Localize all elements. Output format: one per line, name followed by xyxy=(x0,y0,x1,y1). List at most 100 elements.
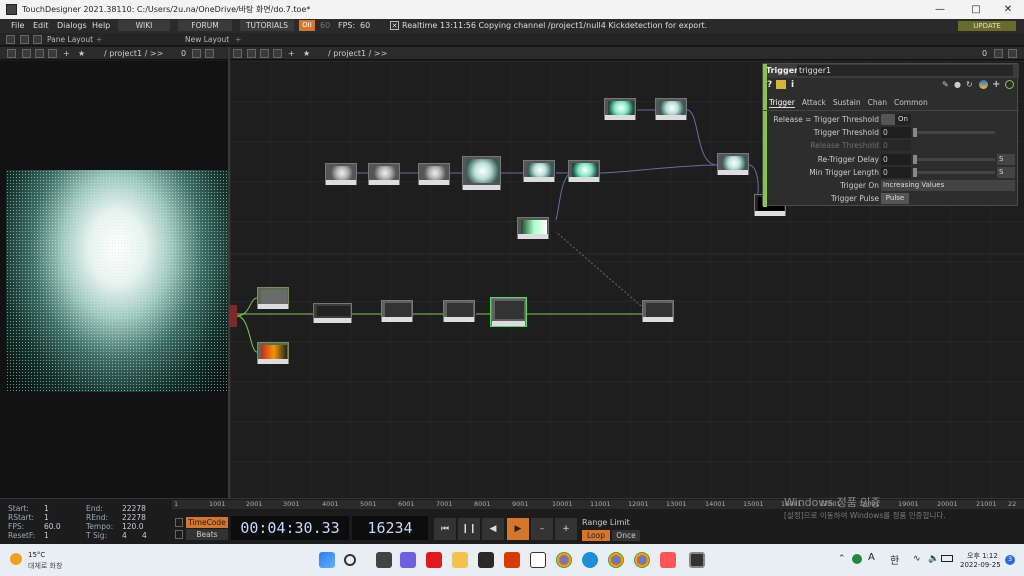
tab-sustain[interactable]: Sustain xyxy=(833,98,861,108)
analyze-chop-node[interactable] xyxy=(257,287,289,309)
tab-attack[interactable]: Attack xyxy=(802,98,826,108)
comment-icon[interactable]: ● xyxy=(954,80,961,89)
refresh-icon[interactable]: ↻ xyxy=(966,80,973,89)
sphere-node-2[interactable] xyxy=(368,163,400,185)
edge-icon[interactable] xyxy=(582,552,598,568)
tab-chan[interactable]: Chan xyxy=(868,98,887,108)
rend-value[interactable]: 22278 xyxy=(122,513,146,522)
tab-trigger[interactable]: Trigger xyxy=(769,98,795,108)
unit-dropdown[interactable]: S xyxy=(997,167,1015,178)
start-icon[interactable] xyxy=(319,552,335,568)
feedback-node[interactable] xyxy=(568,160,600,182)
param-value-field[interactable]: 0 xyxy=(881,167,911,178)
param-slider[interactable] xyxy=(913,158,995,161)
param-op-name[interactable]: trigger1 xyxy=(797,65,1013,76)
param-slider[interactable] xyxy=(913,131,995,134)
audio-in-node[interactable] xyxy=(229,305,237,327)
edit-icon[interactable]: ✎ xyxy=(942,80,949,89)
slider-knob[interactable] xyxy=(913,128,917,137)
netflix-icon[interactable] xyxy=(426,552,442,568)
current-frame-display[interactable]: 16234 xyxy=(352,516,428,540)
battery-icon[interactable] xyxy=(941,555,953,562)
wifi-icon[interactable]: ∿ xyxy=(913,554,921,564)
particle-node[interactable] xyxy=(462,156,501,190)
file-explorer-icon[interactable] xyxy=(452,552,468,568)
out-node[interactable] xyxy=(717,153,749,175)
param-label: Trigger On xyxy=(840,181,879,190)
office-icon[interactable] xyxy=(504,552,520,568)
spectrum-chop-node[interactable] xyxy=(257,342,289,364)
resetf-value[interactable]: 1 xyxy=(44,531,49,540)
fps-value[interactable]: 60.0 xyxy=(44,522,61,531)
comp-node-2[interactable] xyxy=(655,98,687,120)
tsig-value-a[interactable]: 4 xyxy=(122,531,127,540)
task-view-icon[interactable] xyxy=(376,552,392,568)
slider-knob[interactable] xyxy=(913,168,917,177)
tray-app-icon[interactable] xyxy=(852,554,862,564)
unit-dropdown[interactable]: S xyxy=(997,154,1015,165)
timecode-button[interactable]: TimeCode xyxy=(186,517,228,528)
trigger-on-dropdown[interactable]: Increasing Values xyxy=(881,180,1015,191)
tab-common[interactable]: Common xyxy=(894,98,928,108)
start-value[interactable]: 1 xyxy=(44,504,49,513)
teams-chat-icon[interactable] xyxy=(400,552,416,568)
chrome-profile-icon[interactable] xyxy=(608,552,624,568)
toggle-on-value[interactable]: On xyxy=(895,114,911,125)
notification-badge[interactable]: 3 xyxy=(1005,555,1015,565)
ramp-node[interactable] xyxy=(517,217,549,239)
clock-time[interactable]: 오후 1:12 xyxy=(967,551,998,561)
slider-knob[interactable] xyxy=(913,155,917,164)
media-icon[interactable] xyxy=(478,552,494,568)
loop-button[interactable]: Loop xyxy=(582,530,610,541)
null4-node[interactable] xyxy=(642,300,674,322)
speaker-icon[interactable]: 🔈 xyxy=(928,554,939,564)
play-reverse-icon[interactable]: ◀ xyxy=(482,518,504,540)
python-icon[interactable] xyxy=(979,80,988,89)
lock-icon[interactable] xyxy=(776,80,786,89)
step-forward-icon[interactable]: + xyxy=(555,518,577,540)
plus-icon[interactable]: + xyxy=(992,79,1000,90)
step-back-icon[interactable]: – xyxy=(531,518,553,540)
clock-date[interactable]: 2022-09-25 xyxy=(960,561,1001,569)
target-icon[interactable] xyxy=(1005,80,1014,89)
once-button[interactable]: Once xyxy=(612,530,640,541)
rstart-value[interactable]: 1 xyxy=(44,513,49,522)
trigger1-node[interactable] xyxy=(490,297,527,327)
notion-icon[interactable] xyxy=(530,552,546,568)
lag-chop-node[interactable] xyxy=(443,300,475,322)
itunes-icon[interactable] xyxy=(660,552,676,568)
render-node[interactable] xyxy=(523,160,555,182)
sphere-node-3[interactable] xyxy=(418,163,450,185)
search-icon[interactable] xyxy=(344,554,356,566)
weather-temp[interactable]: 15°C xyxy=(28,551,45,559)
touchdesigner-taskbar-icon[interactable] xyxy=(689,552,705,568)
filter-chop-node[interactable] xyxy=(381,300,413,322)
comp-node-1[interactable] xyxy=(604,98,636,120)
tsig-value-b[interactable]: 4 xyxy=(142,531,147,540)
param-value-field[interactable]: 0 xyxy=(881,127,911,138)
tray-chevron-icon[interactable]: ⌃ xyxy=(838,554,846,564)
info-icon[interactable]: i xyxy=(791,80,794,90)
weather-desc[interactable]: 대체로 화창 xyxy=(28,561,62,571)
play-forward-icon[interactable]: ▶ xyxy=(507,518,529,540)
pulse-button[interactable]: Pulse xyxy=(881,193,909,204)
math-chop-node[interactable] xyxy=(313,303,352,323)
timeline-ruler[interactable]: 1 1001 2001 3001 4001 5001 6001 7001 800… xyxy=(172,500,1024,509)
tempo-value[interactable]: 120.0 xyxy=(122,522,143,531)
sphere-node-1[interactable] xyxy=(325,163,357,185)
timeline-menu-icon[interactable] xyxy=(175,518,183,527)
ime-mode-ko[interactable]: 한 xyxy=(890,552,899,567)
param-value-field[interactable]: 0 xyxy=(881,154,911,165)
pause-icon[interactable]: ❙❙ xyxy=(458,518,480,540)
weather-sun-icon[interactable] xyxy=(10,553,22,565)
chrome-icon[interactable] xyxy=(556,552,572,568)
chrome-profile-2-icon[interactable] xyxy=(634,552,650,568)
end-value[interactable]: 22278 xyxy=(122,504,146,513)
param-slider[interactable] xyxy=(913,171,995,174)
timeline-info-icon[interactable] xyxy=(175,530,183,539)
beats-button[interactable]: Beats xyxy=(186,529,228,540)
rewind-icon[interactable]: ⏮ xyxy=(434,518,456,540)
help-icon[interactable]: ? xyxy=(767,80,772,90)
ime-mode-a[interactable]: A xyxy=(868,552,875,563)
current-time-display[interactable]: 00:04:30.33 xyxy=(231,516,349,540)
